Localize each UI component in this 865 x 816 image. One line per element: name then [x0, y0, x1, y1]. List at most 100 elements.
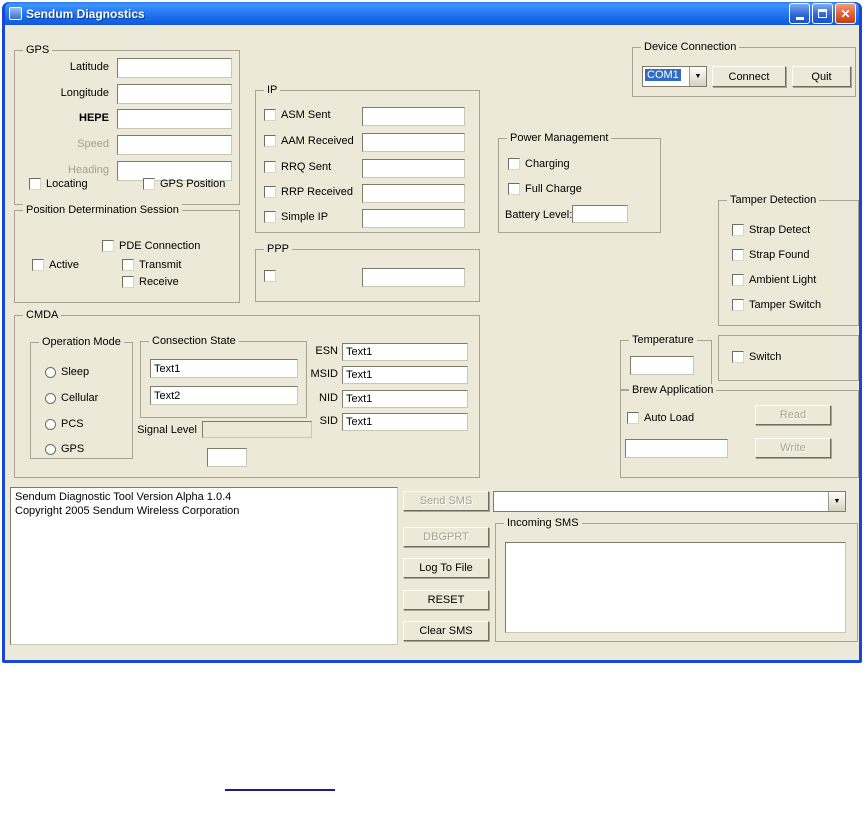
ambient-light-checkbox[interactable]: Ambient Light: [732, 274, 816, 286]
com-port-value: COM1: [645, 69, 681, 81]
cellular-radio[interactable]: Cellular: [45, 392, 98, 404]
aam-received-input[interactable]: [362, 133, 465, 152]
chevron-down-icon[interactable]: ▼: [828, 492, 845, 511]
sleep-radio[interactable]: Sleep: [45, 366, 89, 378]
close-button[interactable]: ✕: [835, 3, 856, 24]
speed-label: Speed: [77, 138, 109, 150]
checkbox-label: Active: [49, 259, 79, 271]
log-line: Copyright 2005 Sendum Wireless Corporati…: [15, 505, 240, 517]
signal-level-display: [202, 421, 312, 438]
gps-radio[interactable]: GPS: [45, 443, 84, 455]
asm-sent-checkbox[interactable]: ASM Sent: [264, 109, 331, 121]
switch-checkbox[interactable]: Switch: [732, 351, 781, 363]
msid-label: MSID: [310, 368, 339, 380]
temperature-input[interactable]: [630, 356, 694, 375]
connect-button[interactable]: Connect: [712, 66, 786, 87]
quit-button[interactable]: Quit: [792, 66, 851, 87]
read-button[interactable]: Read: [755, 405, 831, 425]
tamper-switch-checkbox[interactable]: Tamper Switch: [732, 299, 821, 311]
position-session-group: Position Determination Session: [14, 204, 240, 303]
msid-input[interactable]: [342, 366, 468, 384]
checkbox-box: [732, 249, 744, 261]
rrq-sent-checkbox[interactable]: RRQ Sent: [264, 161, 331, 173]
checkbox-label: Auto Load: [644, 412, 695, 424]
radio-circle: [45, 366, 56, 378]
sms-select[interactable]: ▼: [493, 491, 846, 512]
window-title: Sendum Diagnostics: [26, 6, 145, 21]
checkbox-box: [143, 178, 155, 190]
clear-sms-button[interactable]: Clear SMS: [403, 621, 489, 641]
latitude-input[interactable]: [117, 58, 232, 78]
battery-level-label: Battery Level:: [505, 209, 573, 221]
full-charge-checkbox[interactable]: Full Charge: [508, 183, 582, 195]
latitude-label: Latitude: [69, 61, 109, 73]
charging-checkbox[interactable]: Charging: [508, 158, 570, 170]
pde-connection-checkbox[interactable]: PDE Connection: [102, 240, 200, 252]
signal-level-label: Signal Level: [137, 424, 197, 436]
radio-label: GPS: [61, 443, 85, 455]
checkbox-label: GPS Position: [160, 178, 226, 190]
checkbox-box: [732, 274, 744, 286]
rrq-sent-input[interactable]: [362, 159, 465, 178]
device-connection-group-title: Device Connection: [641, 41, 740, 54]
nid-label: NID: [319, 392, 338, 404]
simple-ip-checkbox[interactable]: Simple IP: [264, 211, 328, 223]
hepe-label: HEPE: [79, 112, 109, 124]
log-to-file-button[interactable]: Log To File: [403, 558, 489, 578]
asm-sent-input[interactable]: [362, 107, 465, 126]
signal-level-input[interactable]: [207, 448, 247, 467]
esn-input[interactable]: [342, 343, 468, 361]
speed-input[interactable]: [117, 135, 232, 155]
chevron-down-icon[interactable]: ▼: [689, 67, 706, 86]
simple-ip-input[interactable]: [362, 209, 465, 228]
brew-input[interactable]: [625, 439, 728, 458]
minimize-icon: [795, 16, 804, 20]
com-port-select[interactable]: COM1 ▼: [642, 66, 707, 87]
checkbox-label: AAM Received: [281, 135, 354, 147]
gps-position-checkbox[interactable]: GPS Position: [143, 178, 225, 190]
radio-label: Cellular: [61, 392, 99, 404]
hepe-input[interactable]: [117, 109, 232, 129]
checkbox-label: Switch: [749, 351, 782, 363]
sid-input[interactable]: [342, 413, 468, 431]
battery-level-input[interactable]: [572, 205, 628, 223]
radio-circle: [45, 443, 56, 455]
checkbox-box: [732, 351, 744, 363]
nid-input[interactable]: [342, 390, 468, 408]
strap-detect-checkbox[interactable]: Strap Detect: [732, 224, 810, 236]
connection-state-input-2[interactable]: [150, 386, 298, 405]
incoming-sms-textarea[interactable]: [505, 542, 846, 633]
maximize-button[interactable]: [812, 3, 833, 24]
reset-button[interactable]: RESET: [403, 590, 489, 610]
checkbox-label: Transmit: [139, 259, 182, 271]
minimize-button[interactable]: [789, 3, 810, 24]
temperature-group-title: Temperature: [629, 334, 697, 347]
write-button[interactable]: Write: [755, 438, 831, 458]
connection-state-input-1[interactable]: [150, 359, 298, 378]
ppp-checkbox[interactable]: [264, 270, 276, 282]
pcs-radio[interactable]: PCS: [45, 418, 84, 430]
checkbox-label: Receive: [139, 276, 179, 288]
log-output[interactable]: Sendum Diagnostic Tool Version Alpha 1.0…: [10, 487, 398, 645]
active-checkbox[interactable]: Active: [32, 259, 79, 271]
dbgprt-button[interactable]: DBGPRT: [403, 527, 489, 547]
longitude-input[interactable]: [117, 84, 232, 104]
ppp-input[interactable]: [362, 268, 465, 287]
strap-found-checkbox[interactable]: Strap Found: [732, 249, 810, 261]
checkbox-label: Simple IP: [281, 211, 329, 223]
send-sms-button[interactable]: Send SMS: [403, 491, 489, 511]
receive-checkbox[interactable]: Receive: [122, 276, 179, 288]
checkbox-box: [508, 158, 520, 170]
page: Sendum Diagnostics ✕ GPS Latitude Longit…: [0, 0, 865, 816]
locating-checkbox[interactable]: Locating: [29, 178, 88, 190]
aam-received-checkbox[interactable]: AAM Received: [264, 135, 354, 147]
title-bar[interactable]: Sendum Diagnostics ✕: [5, 2, 859, 25]
rrp-received-checkbox[interactable]: RRP Received: [264, 186, 353, 198]
checkbox-box: [122, 276, 134, 288]
checkbox-box: [29, 178, 41, 190]
power-management-group-title: Power Management: [507, 132, 612, 145]
checkbox-label: Strap Detect: [749, 224, 811, 236]
rrp-received-input[interactable]: [362, 184, 465, 203]
transmit-checkbox[interactable]: Transmit: [122, 259, 181, 271]
auto-load-checkbox[interactable]: Auto Load: [627, 412, 694, 424]
